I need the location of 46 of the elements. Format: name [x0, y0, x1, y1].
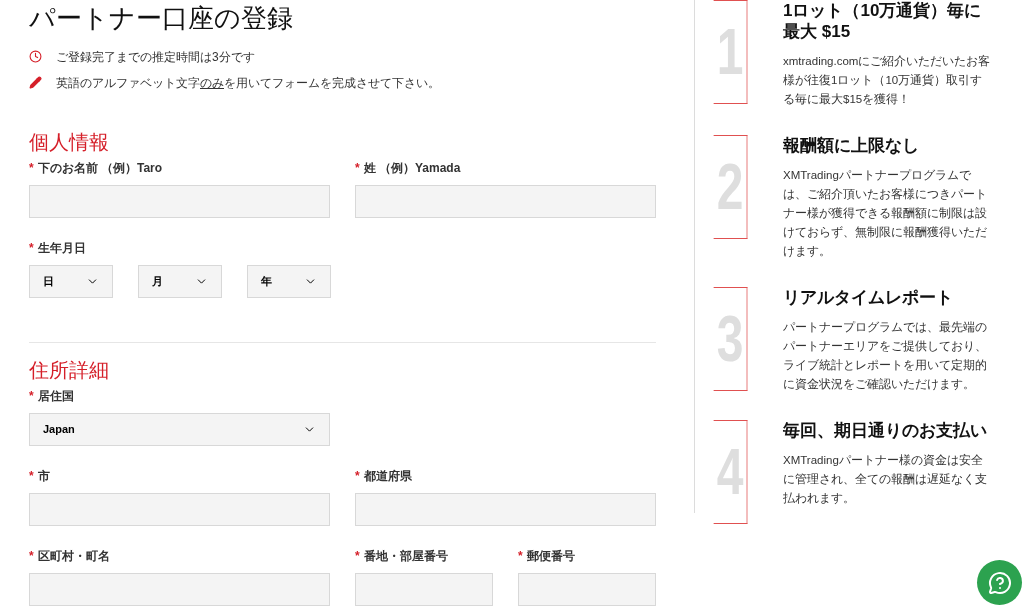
required-mark: *	[355, 468, 360, 485]
benefit-title: 1ロット（10万通貨）毎に最大 $15	[783, 0, 983, 42]
help-icon	[987, 570, 1012, 595]
field-label: 居住国	[37, 388, 74, 405]
select-field[interactable]: 月	[138, 265, 222, 298]
help-button[interactable]	[977, 560, 1022, 605]
input-field[interactable]	[355, 493, 656, 526]
input-field[interactable]	[518, 573, 656, 606]
select-field[interactable]: 年	[247, 265, 331, 298]
pencil-icon	[29, 76, 42, 89]
field-label: 生年月日	[37, 240, 86, 257]
field-label: 市	[37, 468, 50, 485]
required-mark: *	[29, 240, 34, 257]
required-mark: *	[355, 548, 360, 565]
benefit-text: XMTradingパートナープログラムでは、ご紹介頂いたお客様につきパートナー様が獲得できる報酬額に制限は設けておらず、無制限に報酬獲得いただけます。	[783, 168, 988, 259]
required-mark: *	[29, 548, 34, 565]
field-label: 都道府県	[363, 468, 412, 485]
required-mark: *	[29, 468, 34, 485]
input-field[interactable]	[29, 185, 330, 218]
input-field[interactable]	[355, 185, 656, 218]
field-label: 下のお名前 （例）Taro	[37, 160, 163, 177]
required-mark: *	[355, 160, 360, 177]
benefit-text: xmtrading.comにご紹介いただいたお客様が往復1ロット（10万通貨）取引する毎に最大$15を獲得！	[783, 54, 992, 107]
select-field[interactable]: Japan	[29, 413, 330, 446]
benefit-text: XMTradingパートナー様の資金は安全に管理され、全ての報酬は遅延なく支払われます。	[783, 453, 988, 506]
required-mark: *	[29, 160, 34, 177]
required-mark: *	[29, 388, 34, 405]
benefit-text: パートナープログラムでは、最先端のパートナーエリアをご提供しており、ライブ統計とレポートを用いて定期的に資金状況をご確認いただけます。	[783, 320, 988, 392]
input-field[interactable]	[29, 573, 330, 606]
clock-icon	[29, 50, 42, 63]
field-label: 姓 （例）Yamada	[363, 160, 461, 177]
section-heading: 個人情報	[29, 130, 110, 155]
field-label: 番地・部屋番号	[363, 548, 448, 565]
benefit-title: 毎回、期日通りのお支払い	[783, 420, 988, 441]
benefit-title: リアルタイムレポート	[783, 287, 954, 308]
section-heading: 住所詳細	[29, 358, 110, 383]
input-field[interactable]	[29, 493, 330, 526]
page-title: パートナー口座の登録	[29, 2, 294, 34]
input-field[interactable]	[355, 573, 493, 606]
select-field[interactable]: 日	[29, 265, 113, 298]
field-label: 郵便番号	[526, 548, 575, 565]
notice-text: 英語のアルファベット文字のみを用いてフォームを完成させて下さい。	[56, 74, 440, 92]
notice-text: ご登録完了までの推定時間は3分です	[56, 48, 255, 66]
benefit-title: 報酬額に上限なし	[783, 135, 920, 156]
required-mark: *	[518, 548, 523, 565]
field-label: 区町村・町名	[37, 548, 110, 565]
